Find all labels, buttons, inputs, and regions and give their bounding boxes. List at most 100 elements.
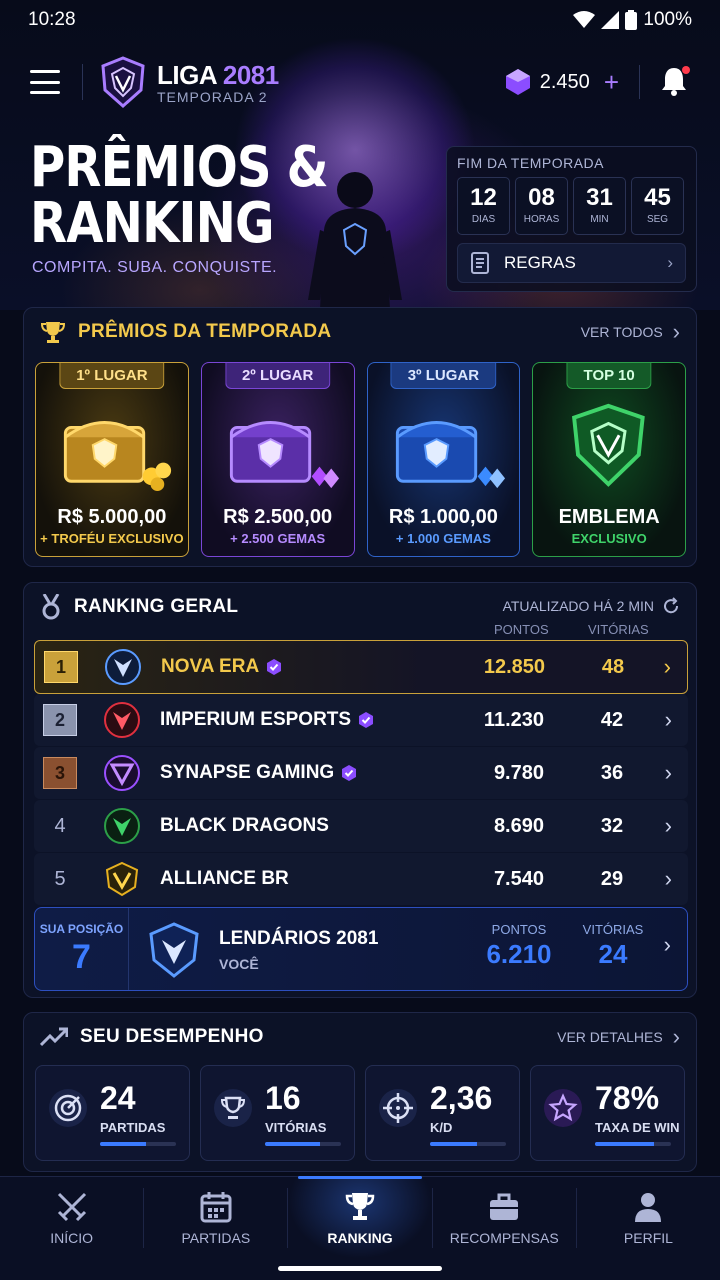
ranking-row[interactable]: 3 SYNAPSE GAMING 9.780 36 ›: [34, 747, 688, 799]
brand-title: LIGA: [157, 59, 217, 90]
status-bar: 10:28 100%: [0, 0, 720, 40]
stat-progress: [595, 1142, 671, 1146]
wins-column-header: VITÓRIAS: [588, 622, 649, 637]
star-icon: [544, 1089, 582, 1127]
season-end-label: FIM DA TEMPORADA: [457, 155, 604, 171]
chevron-right-icon: ›: [664, 866, 672, 891]
stat-label: TAXA DE WIN: [595, 1120, 680, 1135]
team-logo: [104, 808, 140, 844]
user-icon: [635, 1193, 662, 1222]
team-name: BLACK DRAGONS: [160, 815, 329, 836]
chevron-right-icon: ›: [663, 654, 671, 679]
notification-dot: [682, 66, 690, 74]
purple-chest-icon: [229, 421, 339, 489]
verified-icon: [342, 765, 357, 781]
add-gems-button[interactable]: +: [604, 67, 619, 98]
wifi-icon: [573, 11, 596, 28]
chevron-right-icon: ›: [672, 319, 680, 344]
updated-label: ATUALIZADO HÁ 2 MIN: [502, 598, 654, 614]
season-prizes-panel: PRÊMIOS DA TEMPORADA VER TODOS › 1º LUGAR…: [23, 307, 697, 567]
prize-bonus: EXCLUSIVO: [571, 531, 647, 546]
rules-button[interactable]: REGRAS ›: [457, 243, 686, 283]
menu-icon[interactable]: [30, 70, 60, 94]
prize-card-2nd[interactable]: 2º LUGAR R$ 2.500,00 + 2.500 GEMAS: [200, 362, 355, 557]
battery-icon: [625, 10, 638, 30]
notifications-button[interactable]: [660, 66, 690, 98]
stat-card-winrate[interactable]: 78% TAXA DE WIN: [530, 1065, 685, 1161]
my-wins: 24: [598, 939, 628, 969]
app-header: LIGA 2081 TEMPORADA 2 2.450 +: [0, 52, 720, 112]
my-points: 6.210: [486, 939, 552, 969]
team-logo: [105, 861, 139, 897]
see-all-prizes-link[interactable]: VER TODOS ›: [581, 319, 680, 345]
timer-seconds: 45 SEG: [631, 177, 684, 235]
stat-card-kd[interactable]: 2,36 K/D: [365, 1065, 520, 1161]
chevron-right-icon: ›: [663, 932, 671, 957]
gem-balance[interactable]: 2.450 +: [505, 67, 619, 98]
chevron-right-icon: ›: [672, 1024, 680, 1049]
prize-card-3rd[interactable]: 3º LUGAR R$ 1.000,00 + 1.000 GEMAS: [366, 362, 521, 557]
ranking-row[interactable]: 5 ALLIANCE BR 7.540 29 ›: [34, 853, 688, 905]
prize-tag: 2º LUGAR: [224, 363, 331, 389]
my-position-number: 7: [72, 938, 91, 976]
page-title: PRÊMIOS & RANKING: [30, 135, 329, 256]
prize-card-top10[interactable]: TOP 10 EMBLEMA EXCLUSIVO: [532, 362, 686, 557]
refresh-icon: [664, 597, 679, 614]
countdown-timer: 12 DIAS 08 HORAS 31 MIN 45 SEG: [457, 177, 686, 235]
nav-ranking[interactable]: RANKING: [288, 1176, 432, 1259]
prize-amount: EMBLEMA: [558, 506, 660, 528]
league-logo: [101, 56, 145, 108]
nav-home[interactable]: INÍCIO: [0, 1177, 143, 1259]
my-position-card[interactable]: SUA POSIÇÃO 7 LENDÁRIOS 2081 VOCÊ PONTOS…: [34, 907, 688, 991]
crosshair-icon: [379, 1089, 417, 1127]
team-logo: [105, 649, 141, 685]
chevron-right-icon: ›: [667, 253, 673, 272]
brand: LIGA 2081 TEMPORADA 2: [157, 60, 279, 105]
team-wins: 32: [600, 814, 624, 837]
calendar-icon: [200, 1192, 232, 1223]
my-team-tag: VOCÊ: [219, 956, 259, 972]
timer-hours: 08 HORAS: [515, 177, 568, 235]
ranking-row[interactable]: 4 BLACK DRAGONS 8.690 32 ›: [34, 800, 688, 852]
home-indicator: [278, 1266, 442, 1271]
team-wins: 48: [601, 655, 625, 678]
nav-label: RECOMPENSAS: [449, 1230, 559, 1246]
ranking-title: RANKING GERAL: [74, 596, 239, 617]
see-details-link[interactable]: VER DETALHES ›: [557, 1024, 680, 1050]
stat-value: 2,36: [430, 1080, 493, 1116]
verified-icon: [359, 712, 374, 728]
stat-label: VITÓRIAS: [265, 1120, 327, 1135]
stat-card-wins[interactable]: 16 VITÓRIAS: [200, 1065, 355, 1161]
nav-matches[interactable]: PARTIDAS: [144, 1177, 287, 1259]
performance-panel: SEU DESEMPENHO VER DETALHES › 24 PARTIDAS…: [23, 1012, 697, 1172]
my-points-label: PONTOS: [491, 922, 547, 937]
stat-progress: [265, 1142, 341, 1146]
prize-card-1st[interactable]: 1º LUGAR R$ 5.000,00 + TROFÉU EXCLUSIVO: [35, 362, 189, 557]
trophy-icon: [40, 322, 66, 343]
nav-rewards[interactable]: RECOMPENSAS: [433, 1177, 576, 1259]
my-team-name: LENDÁRIOS 2081: [219, 928, 379, 949]
nav-profile[interactable]: PERFIL: [577, 1177, 720, 1259]
ranking-row[interactable]: 1 NOVA ERA 12.850 48 ›: [34, 640, 688, 694]
bronze-position-badge: 3: [43, 757, 77, 789]
medal-icon: [42, 594, 60, 620]
prize-tag: TOP 10: [566, 363, 652, 389]
rules-label: REGRAS: [504, 253, 576, 272]
team-points: 9.780: [493, 761, 544, 784]
timer-days: 12 DIAS: [457, 177, 510, 235]
prize-amount: R$ 5.000,00: [57, 506, 167, 528]
stat-card-matches[interactable]: 24 PARTIDAS: [35, 1065, 190, 1161]
team-points: 7.540: [493, 867, 544, 890]
refresh-ranking[interactable]: ATUALIZADO HÁ 2 MIN: [503, 597, 680, 615]
prize-bonus: + 1.000 GEMAS: [395, 531, 491, 546]
status-icons: 100%: [573, 9, 692, 31]
gold-chest-icon: [63, 421, 172, 492]
signal-icon: [601, 11, 620, 29]
document-icon: [471, 252, 489, 274]
briefcase-icon: [490, 1193, 519, 1220]
team-logo: [104, 702, 140, 738]
team-name: SYNAPSE GAMING: [160, 762, 335, 783]
team-name: ALLIANCE BR: [160, 868, 289, 889]
ranking-row[interactable]: 2 IMPERIUM ESPORTS 11.230 42 ›: [34, 694, 688, 746]
trophy-icon: [345, 1193, 375, 1220]
